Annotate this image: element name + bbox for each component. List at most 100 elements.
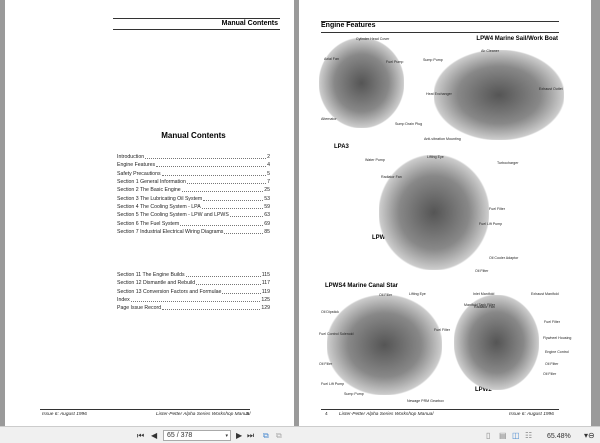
toc-entry-title: Index (117, 297, 130, 304)
callout-label: Engine Control (545, 350, 569, 354)
callout-label: Oil Filter (545, 362, 559, 366)
model-lpws4: LPWS4 Marine Canal Star (325, 283, 399, 289)
toc-group-1: Introduction 2 Engine Features 4 Safety Prec… (117, 153, 270, 236)
callout-label: Radiator Fan (474, 305, 495, 309)
chevron-down-icon[interactable]: ▾ (225, 431, 228, 441)
toc-entry[interactable]: Section 11 The Engine Builds 115 (117, 271, 270, 279)
callout-label: Sump Drain Plug (395, 122, 423, 126)
page-number-input[interactable]: 65 / 378 ▾ (163, 430, 231, 441)
toc-entry-title: Section 4 The Cooling System - LPA (117, 203, 201, 210)
callout-label: Fuel Control Solenoid (319, 332, 354, 336)
callout-label: Oil Filler (543, 372, 557, 376)
toc-entry[interactable]: Engine Features 4 (117, 161, 270, 169)
page-number: 3 (246, 412, 249, 417)
toc-entry-page: 115 (261, 272, 270, 279)
callout-label: Oil Filler (379, 293, 393, 297)
fit-page-icon[interactable]: ⧉ (263, 431, 269, 440)
page-header: Engine Features (321, 22, 376, 29)
previous-page-icon[interactable]: ◀ (151, 431, 157, 440)
callout-label: Lifting Eye (427, 155, 444, 159)
toc-entry-page: 25 (264, 187, 270, 194)
callout-label: Heat Exchanger (426, 92, 452, 96)
page-number: 4 (325, 412, 328, 417)
next-page-icon[interactable]: ▶ (236, 431, 242, 440)
toc-entry-page: 117 (261, 280, 270, 287)
divider (113, 29, 280, 30)
toc-entry-page: 59 (264, 203, 270, 210)
callout-label: Oil Filler (319, 362, 333, 366)
toc-entry-title: Introduction (117, 154, 145, 161)
callout-label: Fuel Lift Pump (321, 382, 345, 386)
engine-illustration-lpw2 (454, 295, 539, 390)
toc-entry[interactable]: Page Issue Record 129 (117, 304, 270, 312)
callout-label: Radiator Fan (381, 175, 402, 179)
callout-label: Alternator (321, 117, 337, 121)
toc-entry-title: Engine Features (117, 162, 156, 169)
left-page: Manual Contents Manual Contents Introduc… (5, 0, 294, 426)
toc-entry[interactable]: Section 2 The Basic Engine 25 (117, 186, 270, 194)
callout-label: Oil Cooler Adaptor (489, 256, 519, 260)
toc-entry[interactable]: Index 125 (117, 296, 270, 304)
toc-entry-page: 125 (261, 297, 270, 304)
callout-label: Fuel Pump (386, 60, 404, 64)
toc-entry[interactable]: Section 3 The Lubricating Oil System 53 (117, 194, 270, 202)
toc-entry-page: 5 (267, 170, 270, 177)
toc-group-2: Section 11 The Engine Builds 115 Section 1… (117, 271, 270, 312)
footer-issue: Issue 6: August 1996 (42, 412, 87, 417)
toc-leader (156, 163, 267, 168)
zoom-dropdown-icon[interactable]: ▾⊖ (584, 431, 595, 440)
last-page-icon[interactable]: ⏭ (247, 431, 254, 440)
page-number-value: 65 / 378 (167, 432, 193, 439)
toc-leader (130, 298, 261, 303)
footer-issue: Issue 6: August 1996 (509, 412, 554, 417)
callout-label: Water Pump (365, 158, 385, 162)
callout-label: Sump Pump (344, 392, 364, 396)
fit-width-icon[interactable]: ⧉ (276, 431, 282, 440)
callout-label: Fuel Lift Pump (479, 222, 503, 226)
callout-label: Inlet Manifold (473, 292, 495, 296)
callout-label: Sump Pump (423, 58, 443, 62)
callout-label: Fuel Filter (434, 328, 450, 332)
toc-entry[interactable]: Introduction 2 (117, 153, 270, 161)
toc-leader (180, 222, 264, 226)
toc-leader (186, 180, 267, 185)
toc-entry[interactable]: Section 1 General Information 7 (117, 178, 270, 186)
toc-entry[interactable]: Safety Precautions 5 (117, 170, 270, 178)
page-header: Manual Contents (221, 20, 278, 27)
toc-entry[interactable]: Section 5 The Cooling System - LPW and L… (117, 211, 270, 219)
footer-manual: Lister-Petter Alpha Series Workshop Manu… (339, 412, 434, 417)
toc-entry-title: Section 5 The Cooling System - LPW and L… (117, 212, 229, 219)
toc-entry[interactable]: Section 4 The Cooling System - LPA 59 (117, 203, 270, 211)
toc-entry-title: Section 2 The Basic Engine (117, 187, 181, 194)
callout-label: Exhaust Outlet (539, 87, 563, 91)
toc-leader (185, 273, 261, 278)
callout-label: Exhaust Manifold (531, 292, 559, 296)
toc-entry-title: Section 3 The Lubricating Oil System (117, 195, 203, 202)
engine-illustration-lpwt4 (379, 155, 489, 270)
toc-leader (229, 213, 264, 218)
two-page-icon[interactable]: ◫ (512, 431, 520, 440)
callout-label: Fuel Filter (489, 207, 505, 211)
toc-entry[interactable]: Section 7 Industrial Electrical Wiring D… (117, 228, 270, 236)
callout-label: Anti-vibration Mounting (424, 137, 461, 141)
toc-leader (224, 230, 264, 234)
toc-entry-page: 129 (261, 305, 270, 312)
engine-illustration-lpws4 (327, 295, 442, 395)
first-page-icon[interactable]: ⏮ (137, 431, 144, 440)
toc-entry-title: Section 6 The Fuel System (117, 220, 180, 227)
right-page: Engine Features LPW4 Marine Sail/Work Bo… (299, 0, 591, 426)
two-page-continuous-icon[interactable]: ☷ (525, 431, 532, 440)
divider (321, 32, 559, 33)
callout-label: Fuel Filter (544, 320, 560, 324)
single-page-icon[interactable]: ▯ (486, 431, 490, 440)
callout-label: Axial Fan (324, 57, 339, 61)
toc-entry[interactable]: Section 13 Conversion Factors and Formul… (117, 288, 270, 296)
toc-entry-title: Section 1 General Information (117, 179, 186, 186)
toc-entry[interactable]: Section 6 The Fuel System 69 (117, 219, 270, 227)
callout-label: Air Cleaner (481, 49, 499, 53)
toc-entry[interactable]: Section 12 Dismantle and Rebuild 117 (117, 279, 270, 287)
toc-entry-title: Page Issue Record (117, 305, 162, 312)
continuous-page-icon[interactable]: ▤ (499, 431, 507, 440)
toc-entry-page: 4 (267, 162, 270, 169)
zoom-level[interactable]: 65.48% (547, 432, 571, 441)
